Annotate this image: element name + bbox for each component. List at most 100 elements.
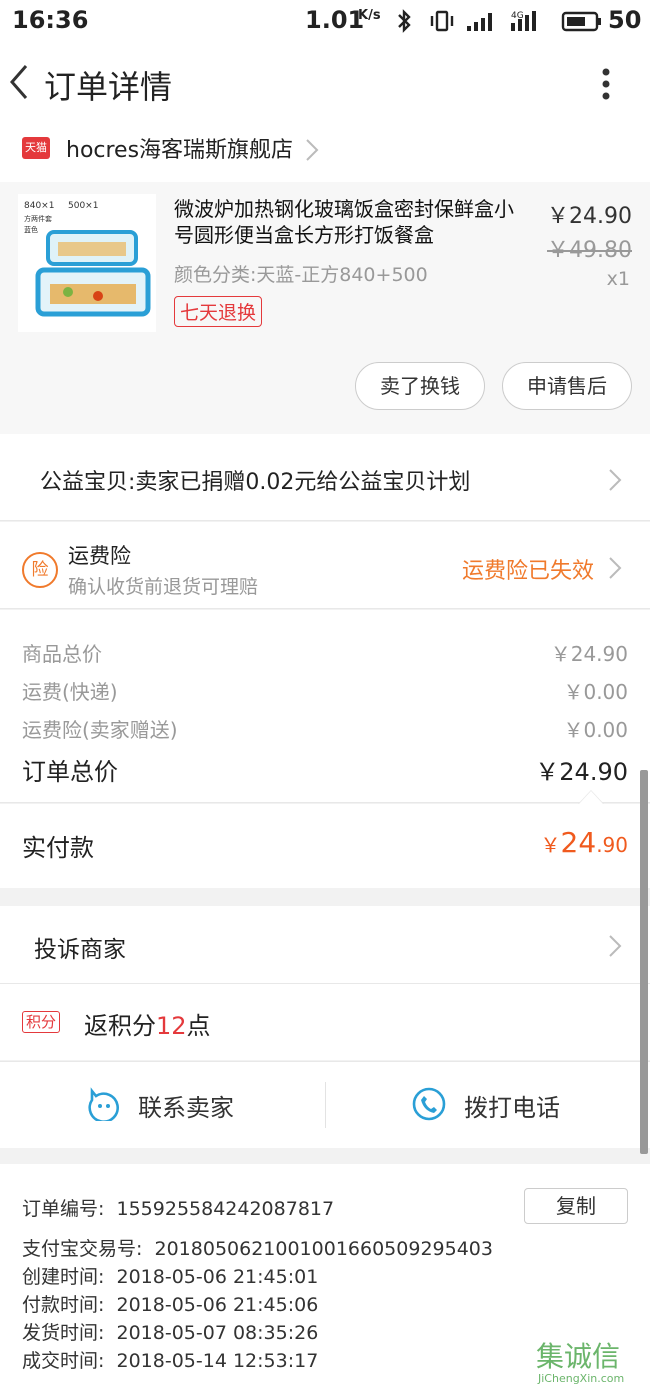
copy-button[interactable]: 复制: [524, 1188, 628, 1224]
info-label: 付款时间:: [22, 1294, 105, 1316]
divider: [0, 608, 650, 609]
thumb-label-2: 500×1: [68, 201, 98, 211]
signal-icon: [467, 13, 492, 31]
order-total-label: 订单总价: [22, 758, 118, 786]
order-total-value: ￥24.90: [535, 758, 628, 786]
battery-level: 50: [608, 6, 642, 34]
complain-label: 投诉商家: [34, 937, 126, 963]
info-value: 2018050621001001660509295403: [154, 1238, 493, 1260]
store-name: hocres海客瑞斯旗舰店: [66, 138, 294, 163]
info-label: 成交时间:: [22, 1350, 105, 1372]
summary-row: 运费险(卖家赠送) ￥0.00: [22, 714, 628, 743]
pointer-arrow: [578, 790, 604, 804]
product-variant: 颜色分类:天蓝-正方840+500: [174, 264, 428, 286]
contact-seller-button[interactable]: 联系卖家: [0, 1062, 325, 1148]
points-text: 返积分12点: [84, 1006, 211, 1041]
summary-value: ￥0.00: [563, 680, 628, 704]
points-badge: 积分: [22, 1011, 61, 1033]
contact-bar: 联系卖家 拨打电话: [0, 1062, 650, 1148]
price-summary: 商品总价 ￥24.90 运费(快递) ￥0.00 运费险(卖家赠送) ￥0.00…: [0, 610, 650, 802]
scrollbar[interactable]: [640, 770, 648, 1154]
insurance-title: 运费险: [68, 544, 131, 568]
info-value: 155925584242087817: [116, 1198, 335, 1220]
info-value: 2018-05-07 08:35:26: [116, 1322, 319, 1344]
info-label: 订单编号:: [22, 1198, 105, 1220]
original-price: ￥49.80: [547, 238, 632, 263]
vibrate-icon: [430, 10, 454, 32]
nav-bar: 订单详情: [0, 42, 650, 124]
paid-amount: ￥24.90: [541, 826, 628, 859]
info-value: 2018-05-14 12:53:17: [116, 1350, 319, 1372]
summary-row: 商品总价 ￥24.90: [22, 638, 628, 667]
chevron-right-icon: [609, 557, 622, 579]
thumb-label-3: 方两件套: [24, 214, 52, 223]
info-line: 支付宝交易号: 2018050621001001660509295403: [22, 1234, 493, 1261]
chevron-right-icon: [306, 139, 319, 161]
contact-seller-label: 联系卖家: [138, 1094, 234, 1122]
paid-decimal: .90: [596, 833, 628, 857]
charity-row[interactable]: 公益宝贝:卖家已捐赠0.02元给公益宝贝计划: [0, 434, 650, 520]
return-policy-badge: 七天退换: [174, 296, 263, 327]
network-speed: 1.01: [305, 6, 365, 34]
info-value: 2018-05-06 21:45:06: [116, 1294, 319, 1316]
bluetooth-icon: [398, 9, 411, 33]
order-number: 订单编号: 155925584242087817: [22, 1194, 334, 1221]
thumb-label-4: 蓝色: [24, 225, 38, 234]
chat-bubble-icon: [88, 1087, 119, 1121]
call-phone-button[interactable]: 拨打电话: [326, 1062, 650, 1148]
signal-4g-icon: 4G: [511, 11, 536, 31]
summary-label: 商品总价: [22, 642, 102, 666]
chevron-right-icon: [609, 935, 622, 957]
status-time: 16:36: [12, 6, 89, 34]
chevron-right-icon: [609, 469, 622, 491]
summary-label: 运费(快递): [22, 680, 118, 704]
insurance-subtitle: 确认收货前退货可理赔: [68, 576, 259, 598]
battery-icon: [561, 11, 601, 32]
shipping-insurance-row[interactable]: 险 运费险 确认收货前退货可理赔 运费险已失效: [0, 522, 650, 608]
insurance-icon: 险: [22, 552, 58, 588]
insurance-status: 运费险已失效: [462, 559, 595, 584]
divider: [0, 520, 650, 521]
info-label: 创建时间:: [22, 1266, 105, 1288]
points-suffix: 点: [186, 1012, 211, 1040]
points-number: 12: [156, 1012, 187, 1040]
points-row: 积分 返积分12点: [0, 984, 650, 1060]
product-price: ￥24.90: [547, 204, 632, 229]
store-row[interactable]: 天猫 hocres海客瑞斯旗舰店: [0, 124, 650, 182]
points-prefix: 返积分: [84, 1012, 156, 1040]
more-menu-icon[interactable]: [596, 66, 616, 106]
call-phone-label: 拨打电话: [464, 1094, 560, 1122]
paid-integer: 24: [560, 826, 597, 859]
summary-value: ￥24.90: [550, 642, 628, 666]
thumb-label-1: 840×1: [24, 201, 54, 211]
page-title: 订单详情: [44, 68, 173, 106]
divider: [0, 802, 650, 803]
back-arrow-icon[interactable]: [6, 62, 36, 102]
tmall-logo: 天猫: [22, 137, 50, 159]
product-quantity: x1: [606, 268, 630, 290]
after-sale-button[interactable]: 申请售后: [502, 362, 632, 410]
charity-text: 公益宝贝:卖家已捐赠0.02元给公益宝贝计划: [40, 470, 471, 495]
summary-label: 运费险(卖家赠送): [22, 718, 178, 742]
status-icons: 4G: [398, 9, 601, 33]
phone-icon: [412, 1087, 446, 1121]
product-item: 840×1 500×1 方两件套 蓝色 微波炉加热钢化玻璃饭盒密封保鲜盒小号圆形…: [0, 182, 650, 434]
network-speed-unit: K/s: [358, 8, 381, 23]
actual-paid-row: 实付款 ￥24.90: [0, 804, 650, 888]
status-bar: 16:36 1.01 K/s 4G 50: [0, 0, 650, 42]
paid-currency: ￥: [540, 833, 561, 857]
summary-row: 运费(快递) ￥0.00: [22, 676, 628, 705]
summary-value: ￥0.00: [563, 718, 628, 742]
info-label: 支付宝交易号:: [22, 1238, 143, 1260]
info-label: 发货时间:: [22, 1322, 105, 1344]
paid-label: 实付款: [22, 834, 94, 862]
product-name[interactable]: 微波炉加热钢化玻璃饭盒密封保鲜盒小号圆形便当盒长方形打饭餐盒: [174, 196, 524, 248]
info-line: 成交时间: 2018-05-14 12:53:17: [22, 1346, 318, 1373]
info-line: 创建时间: 2018-05-06 21:45:01: [22, 1262, 318, 1289]
product-thumbnail[interactable]: 840×1 500×1 方两件套 蓝色: [18, 194, 156, 332]
order-total-row: 订单总价 ￥24.90: [22, 752, 628, 787]
complain-seller-row[interactable]: 投诉商家: [0, 906, 650, 984]
resell-button[interactable]: 卖了换钱: [355, 362, 485, 410]
watermark-logo: 集诚信 JiChengXin.com: [536, 1340, 624, 1385]
watermark-text: 集诚信: [536, 1340, 620, 1373]
